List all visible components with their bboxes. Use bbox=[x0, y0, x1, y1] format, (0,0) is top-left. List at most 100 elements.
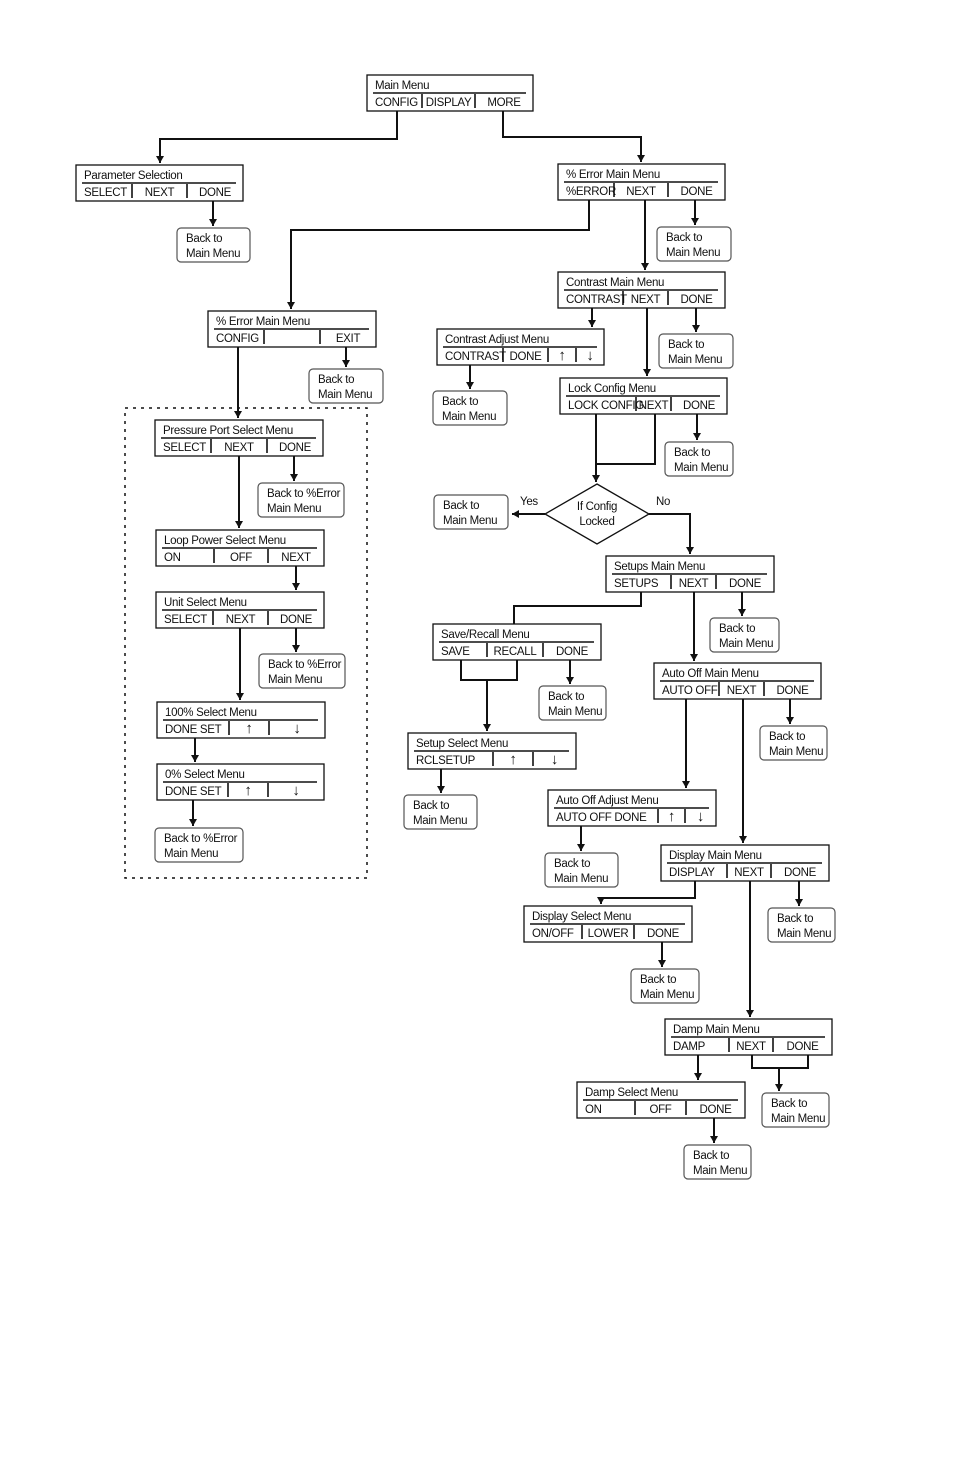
menu-title: Setup Select Menu bbox=[416, 738, 508, 750]
back-box-text: Back to bbox=[413, 800, 449, 812]
softkey-label: OFF bbox=[230, 552, 252, 564]
flow-arrow bbox=[691, 200, 699, 225]
flow-arrow bbox=[156, 111, 398, 163]
arrowhead-icon bbox=[637, 155, 645, 162]
up-arrow-icon: ↑ bbox=[558, 347, 565, 364]
menu-box: Damp Main Menu DAMP NEXT DONE bbox=[664, 1018, 833, 1056]
flow-arrow bbox=[690, 592, 698, 661]
no-label: No bbox=[656, 496, 670, 508]
menu-title: Damp Select Menu bbox=[585, 1087, 678, 1099]
up-arrow-icon: ↑ bbox=[244, 782, 251, 799]
menu-title: Auto Off Adjust Menu bbox=[556, 795, 658, 807]
back-to-menu-box: Back to Main Menu bbox=[538, 685, 607, 721]
back-box-text: Main Menu bbox=[666, 247, 720, 259]
arrowhead-icon bbox=[437, 786, 445, 793]
up-arrow-icon: ↑ bbox=[668, 808, 675, 825]
up-arrow-icon: ↑ bbox=[245, 720, 252, 737]
back-to-menu-box: Back to Main Menu bbox=[630, 968, 700, 1004]
arrowhead-icon bbox=[209, 219, 217, 226]
flow-arrow bbox=[342, 347, 350, 367]
back-box-text: Back to bbox=[771, 1098, 807, 1110]
down-arrow-icon: ↓ bbox=[586, 347, 593, 364]
arrowhead-icon bbox=[682, 781, 690, 788]
flow-arrow bbox=[191, 738, 199, 762]
arrowhead-icon bbox=[739, 836, 747, 843]
menu-title: Setups Main Menu bbox=[614, 561, 705, 573]
flow-arrow bbox=[512, 510, 545, 518]
menu-title: Pressure Port Select Menu bbox=[163, 425, 293, 437]
softkey-label: NEXT bbox=[626, 186, 656, 198]
arrowhead-icon bbox=[191, 755, 199, 762]
flow-arrow bbox=[693, 414, 701, 440]
arrowhead-icon bbox=[746, 1010, 754, 1017]
softkey-label: DONE SET bbox=[165, 724, 222, 736]
back-to-menu-box: Back to Main Menu bbox=[656, 226, 732, 262]
back-box-text: Main Menu bbox=[777, 928, 831, 940]
arrowhead-icon bbox=[483, 724, 491, 731]
back-box-text: Main Menu bbox=[267, 503, 321, 515]
back-to-menu-box: Back to Main Menu bbox=[403, 794, 478, 830]
connector-line bbox=[596, 414, 656, 465]
yes-label: Yes bbox=[520, 496, 538, 508]
softkey-label: ON/OFF bbox=[532, 928, 574, 940]
connector-line bbox=[513, 592, 642, 624]
softkey-label: CONFIG bbox=[216, 333, 259, 345]
flow-arrow bbox=[710, 1118, 718, 1143]
back-box-text: Back to bbox=[674, 447, 710, 459]
arrowhead-icon bbox=[592, 475, 600, 482]
down-arrow-icon: ↓ bbox=[293, 720, 300, 737]
arrowhead-icon bbox=[658, 960, 666, 967]
menu-box: % Error Main Menu CONFIG EXIT bbox=[207, 310, 377, 348]
menu-box: Display Select Menu ON/OFF LOWER DONE bbox=[523, 905, 693, 943]
flow-arrow bbox=[746, 881, 754, 1017]
arrowhead-icon bbox=[290, 474, 298, 481]
softkey-label: CONFIG bbox=[375, 97, 418, 109]
back-box-text: Main Menu bbox=[268, 674, 322, 686]
arrowhead-icon bbox=[566, 677, 574, 684]
menu-title: Auto Off Main Menu bbox=[662, 668, 759, 680]
flow-arrow bbox=[641, 200, 649, 270]
back-to-menu-box: Back to Main Menu bbox=[767, 907, 836, 943]
softkey-label: AUTO OFF DONE bbox=[556, 812, 647, 824]
flow-arrow bbox=[692, 308, 700, 332]
back-box-text: Back to bbox=[769, 731, 805, 743]
flow-arrow bbox=[236, 628, 244, 700]
back-box-text: Back to bbox=[442, 396, 478, 408]
connector-line bbox=[290, 200, 590, 309]
flow-arrow bbox=[775, 1068, 783, 1091]
connector-line bbox=[460, 660, 518, 681]
softkey-label: AUTO OFF bbox=[662, 685, 718, 697]
flow-arrow bbox=[739, 699, 747, 843]
softkey-label: DONE bbox=[784, 867, 817, 879]
menu-box: Contrast Adjust Menu CONTRAST DONE ↑ ↓ bbox=[436, 328, 605, 366]
menu-box: Auto Off Adjust Menu AUTO OFF DONE ↑ ↓ bbox=[547, 789, 717, 827]
back-to-menu-box: Back to Main Menu bbox=[759, 725, 828, 761]
softkey-label: NEXT bbox=[631, 294, 661, 306]
softkey-label: MORE bbox=[487, 97, 521, 109]
menu-title: Parameter Selection bbox=[84, 170, 183, 182]
back-box-text: Main Menu bbox=[554, 873, 608, 885]
decision-text: Locked bbox=[579, 516, 614, 528]
back-to-menu-box: Back to Main Menu bbox=[658, 333, 734, 369]
arrowhead-icon bbox=[643, 369, 651, 376]
softkey-label: ON bbox=[585, 1104, 602, 1116]
flow-arrow bbox=[466, 365, 474, 389]
back-box-text: Main Menu bbox=[769, 746, 823, 758]
menu-box: Save/Recall Menu SAVE RECALL DONE bbox=[432, 623, 602, 661]
menu-title: Contrast Adjust Menu bbox=[445, 334, 549, 346]
softkey-label: DONE bbox=[786, 1041, 819, 1053]
menu-box: Lock Config Menu LOCK CONFIGNEXT DONE bbox=[559, 377, 728, 415]
softkey-label: RCLSETUP bbox=[416, 755, 476, 767]
softkey-label: DONE bbox=[647, 928, 680, 940]
arrowhead-icon bbox=[292, 645, 300, 652]
back-to-menu-box: Back to Main Menu bbox=[176, 227, 251, 263]
softkey-label: %ERROR bbox=[566, 186, 616, 198]
menu-box: Setups Main Menu SETUPS NEXT DONE bbox=[605, 555, 775, 593]
arrowhead-icon bbox=[235, 521, 243, 528]
softkey-label: ON bbox=[164, 552, 181, 564]
config-group-dashed-border bbox=[124, 407, 368, 879]
softkey-label: OFF bbox=[649, 1104, 671, 1116]
flow-arrow bbox=[290, 456, 298, 481]
arrowhead-icon bbox=[512, 510, 519, 518]
softkey-label: DONE bbox=[699, 1104, 732, 1116]
